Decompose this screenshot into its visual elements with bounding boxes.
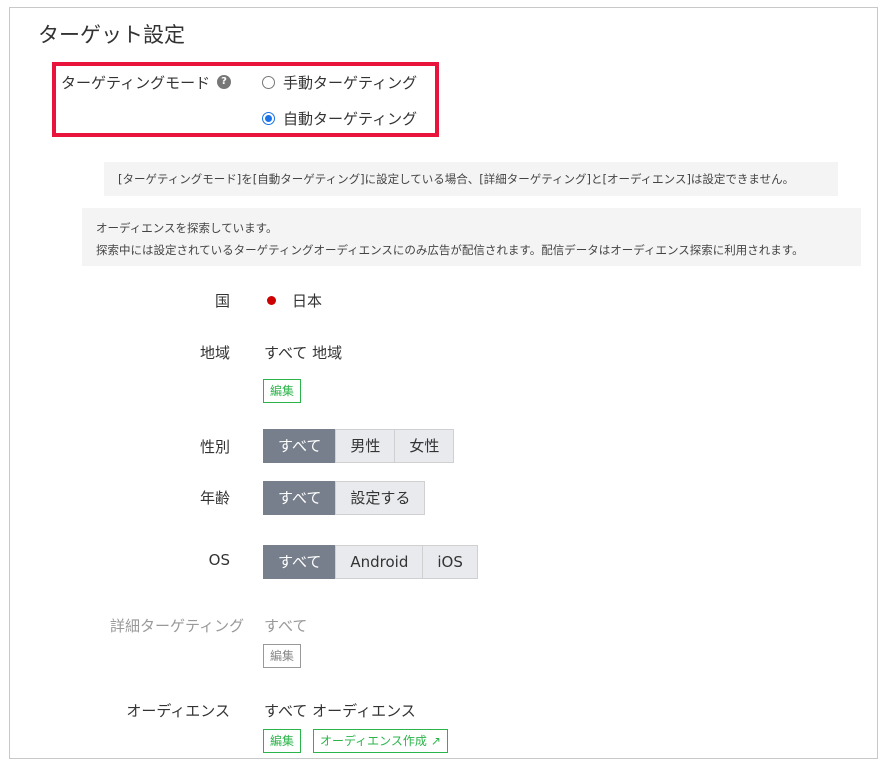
gender-female-button[interactable]: 女性 [394, 429, 455, 463]
os-android-button[interactable]: Android [335, 545, 424, 579]
age-segmented-control: すべて 設定する [263, 481, 426, 515]
audience-label: オーディエンス [126, 702, 230, 720]
country-label: 国 [214, 292, 230, 310]
radio-checked-icon[interactable] [262, 111, 275, 125]
os-all-button[interactable]: すべて [263, 545, 337, 579]
radio-manual-label[interactable]: 手動ターゲティング [283, 72, 417, 93]
region-edit-button[interactable]: 編集 [263, 379, 302, 403]
os-label: OS [208, 551, 230, 569]
region-value: すべて 地域 [264, 344, 343, 362]
radio-manual-targeting[interactable]: 手動ターゲティング [262, 71, 417, 93]
detailed-targeting-value: すべて [264, 617, 308, 635]
audience-create-button[interactable]: オーディエンス作成 ↗ [313, 729, 448, 753]
audience-create-label[interactable]: オーディエンス作成 [320, 734, 427, 748]
os-ios-button[interactable]: iOS [422, 545, 478, 579]
gender-segmented-control: すべて 男性 女性 [263, 429, 455, 463]
japan-flag-icon [267, 296, 276, 305]
page-title: ターゲット設定 [38, 23, 185, 47]
gender-all-button[interactable]: すべて [263, 429, 337, 463]
exploring-notice-line2: 探索中には設定されているターゲティングオーディエンスにのみ広告が配信されます。配… [96, 243, 804, 257]
country-value: 日本 [292, 292, 323, 310]
gender-label: 性別 [199, 438, 230, 456]
auto-mode-notice: [ターゲティングモード]を[自動ターゲティング]に設定している場合、[詳細ターゲ… [104, 162, 838, 196]
detailed-targeting-label: 詳細ターゲティング [110, 617, 245, 635]
external-link-icon: ↗ [430, 734, 441, 748]
age-set-button[interactable]: 設定する [335, 481, 426, 515]
radio-auto-targeting[interactable]: 自動ターゲティング [262, 107, 417, 129]
audience-value: すべて オーディエンス [264, 702, 416, 720]
radio-unchecked-icon[interactable] [262, 75, 275, 89]
exploring-notice: オーディエンスを探索しています。 探索中には設定されているターゲティングオーディ… [82, 208, 861, 266]
age-label: 年齢 [199, 489, 230, 507]
audience-edit-button[interactable]: 編集 [263, 729, 302, 753]
os-segmented-control: すべて Android iOS [263, 545, 478, 579]
exploring-notice-line1: オーディエンスを探索しています。 [96, 221, 278, 235]
radio-auto-label[interactable]: 自動ターゲティング [283, 108, 417, 129]
targeting-mode-label: ターゲティングモード [61, 74, 211, 92]
region-label: 地域 [199, 344, 230, 362]
gender-male-button[interactable]: 男性 [335, 429, 396, 463]
help-icon[interactable]: ? [217, 75, 231, 89]
detailed-targeting-edit-button[interactable]: 編集 [263, 644, 302, 668]
age-all-button[interactable]: すべて [263, 481, 337, 515]
